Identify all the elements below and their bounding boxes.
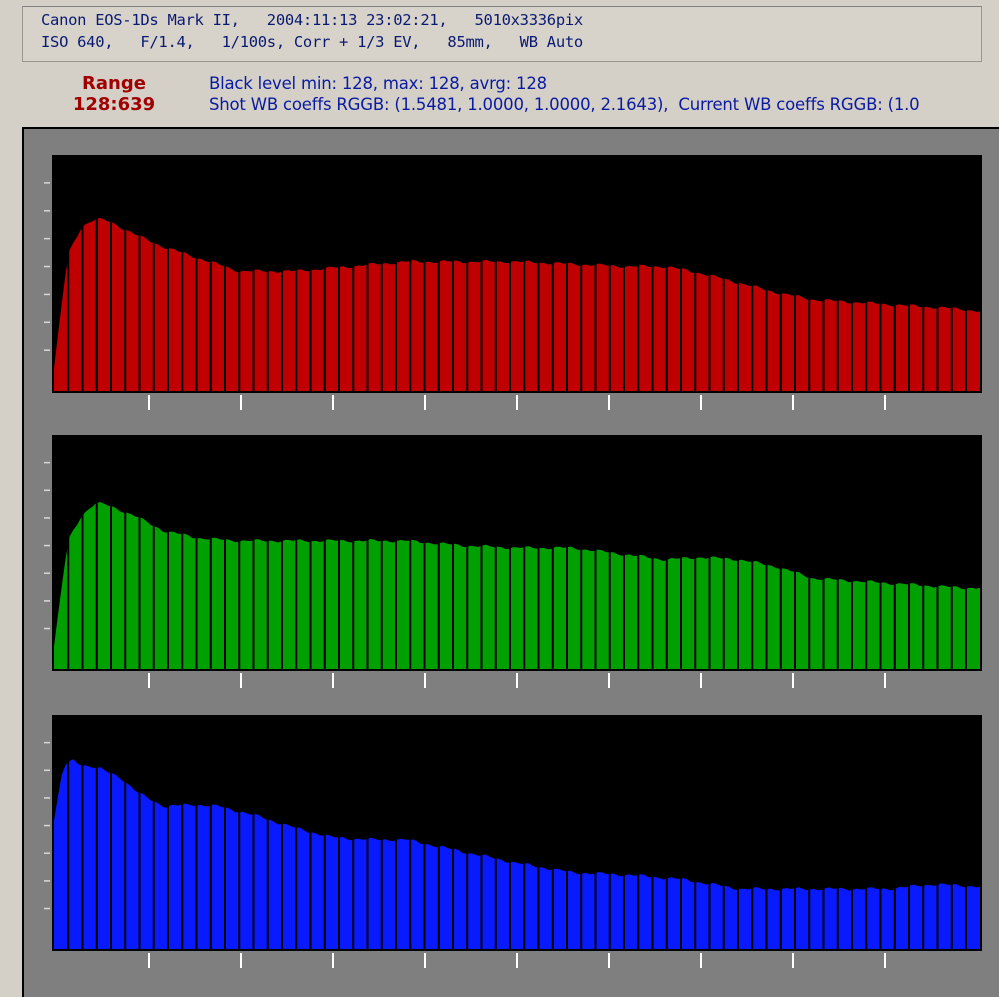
- histogram-canvas: [44, 155, 982, 968]
